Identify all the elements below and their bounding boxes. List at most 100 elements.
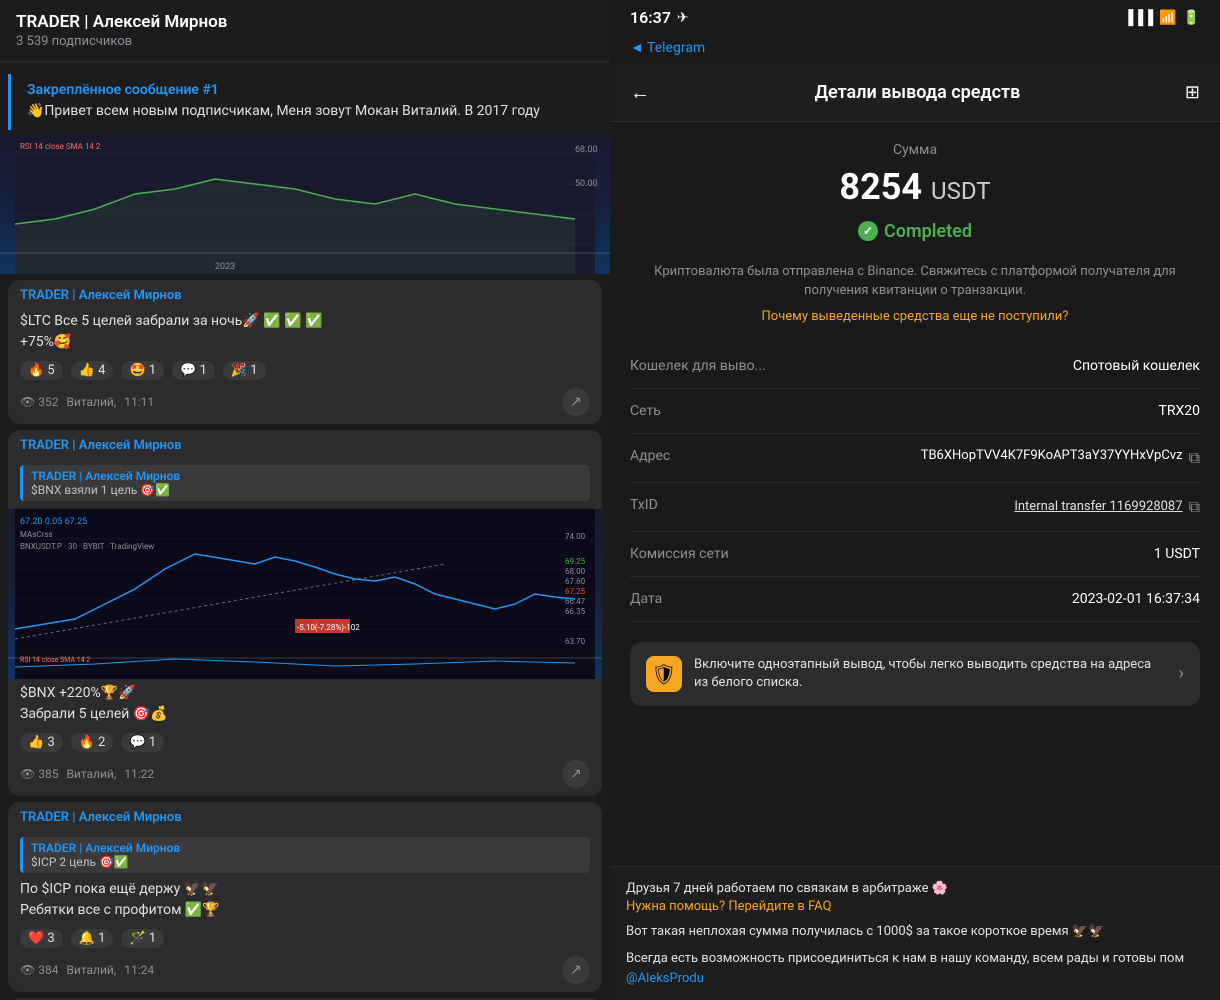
fee-row: Комиссия сети 1 USDT [630,532,1200,577]
msg1-author: Виталий, [66,395,116,409]
mention[interactable]: @AleksProdu [626,971,704,986]
message-3: TRADER | Алексей Мирнов TRADER | Алексей… [8,802,602,992]
expand-icon[interactable]: ⊞ [1185,82,1200,103]
network-value: TRX20 [1159,403,1201,419]
share-button-2[interactable]: ↗ [562,760,590,788]
msg2-text: $BNX +220%🏆🚀Забрали 5 целей 🎯💰 [20,683,590,725]
svg-text:63.70: 63.70 [565,637,586,646]
wallet-label: Кошелек для выво... [630,358,766,374]
fee-value: 1 USDT [1154,546,1200,562]
svg-text:67.20 0.05 67.25: 67.20 0.05 67.25 [20,517,87,527]
msg2-time: 11:22 [124,767,154,781]
msg3-time: 11:24 [124,963,154,977]
share-button-1[interactable]: ↗ [562,388,590,416]
amount-section: Сумма 8254 USDT ✓ Completed [630,142,1200,242]
msg3-views: 👁 384 [20,963,58,977]
msg1-views: 👁 352 [20,395,58,409]
address-row: Адрес TB6XHopTVV4K7F9KoAPT3aY37YYHxVpCvz… [630,434,1200,483]
reaction[interactable]: 🔥 2 [71,733,114,752]
msg2-views: 👁 385 [20,767,58,781]
reaction[interactable]: 🪄 1 [121,929,164,948]
binance-panel: 16:37 ✈ ▐▐▐ 📶 🔋 ◄ Telegram ← Детали выво… [610,0,1220,1000]
reaction[interactable]: ❤️ 3 [20,929,63,948]
copy-txid-icon[interactable]: ⧉ [1189,497,1200,517]
status-bar: 16:37 ✈ ▐▐▐ 📶 🔋 [610,0,1220,35]
withdrawal-title: Детали вывода средств [815,82,1021,103]
messages-list: Закреплённое сообщение #1 👋Привет всем н… [0,62,610,1000]
withdrawal-header: ← Детали вывода средств ⊞ [610,64,1220,122]
msg3-body: TRADER | Алексей Мирнов $ICP 2 цель 🎯✅ П… [8,829,602,925]
help-link[interactable]: Почему выведенные средства еще не поступ… [630,309,1200,324]
bottom-line-3: Всегда есть возможность присоединиться к… [626,949,1204,988]
network-label: Сеть [630,403,661,419]
svg-text:69.25: 69.25 [565,557,586,566]
quoted-name: TRADER | Алексей Мирнов [31,469,582,483]
phone-nav: ◄ Telegram [610,35,1220,64]
reaction[interactable]: 🎉 1 [223,361,266,380]
svg-text:67.60: 67.60 [565,577,586,586]
reaction[interactable]: 💬 1 [172,361,215,380]
msg3-header: TRADER | Алексей Мирнов [8,802,602,829]
msg1-header: TRADER | Алексей Мирнов [8,280,602,307]
copy-address-icon[interactable]: ⧉ [1189,448,1200,468]
address-value: TB6XHopTVV4K7F9KoAPT3aY37YYHxVpCvz ⧉ [921,448,1200,468]
svg-text:68.00: 68.00 [565,567,586,576]
svg-text:67.25: 67.25 [565,587,586,596]
telegram-back-link[interactable]: ◄ Telegram [630,39,705,56]
svg-text:66.35: 66.35 [565,607,586,616]
msg1-reactions: 🔥 5 👍 4 🤩 1 💬 1 🎉 1 [8,357,602,384]
signal-icon: ▐▐▐ [1123,9,1153,26]
svg-text:BNXUSDT.P · 30 · BYBIT · Tradi: BNXUSDT.P · 30 · BYBIT · TradingView [20,542,154,551]
txid-value: Internal transfer 1169928087 ⧉ [1014,497,1200,517]
svg-text:MAsCrss: MAsCrss [20,530,53,539]
channel-name: TRADER | Алексей Мирнов [16,12,594,32]
bottom-line-2: Вот такая неплохая сумма получилась с 10… [626,922,1204,942]
check-icon: ✓ [858,221,878,241]
quoted-text-3: $ICP 2 цель 🎯✅ [31,855,582,869]
msg2-quote: TRADER | Алексей Мирнов $BNX взяли 1 цел… [20,465,590,501]
status-icons: ▐▐▐ 📶 🔋 [1123,9,1200,26]
msg3-author: Виталий, [66,963,116,977]
reaction[interactable]: 🤩 1 [121,361,164,380]
reaction[interactable]: 💬 1 [121,733,164,752]
txid-label: TxID [630,497,658,513]
share-button-3[interactable]: ↗ [562,956,590,984]
status-badge: ✓ Completed [858,221,972,242]
msg2-header: TRADER | Алексей Мирнов [8,430,602,457]
txid-row: TxID Internal transfer 1169928087 ⧉ [630,483,1200,532]
back-arrow-icon[interactable]: ← [630,80,650,105]
msg1-text: $LTC Все 5 целей забрали за ночь🚀 ✅ ✅ ✅+… [20,311,590,353]
chart-image-1: 68.00 50.00 RSI 14 close SMA 14 2 2023 [0,134,610,274]
info-text: Криптовалюта была отправлена с Binance. … [630,262,1200,301]
svg-text:68.00: 68.00 [575,145,598,155]
svg-text:-5.10(-7.28%)-102: -5.10(-7.28%)-102 [297,623,360,632]
promo-text: Включите одноэтапный вывод, чтобы легко … [694,656,1167,692]
date-row: Дата 2023-02-01 16:37:34 [630,577,1200,622]
msg3-reactions: ❤️ 3 🔔 1 🪄 1 [8,925,602,952]
pinned-text: 👋Привет всем новым подписчикам, Меня зов… [27,102,586,122]
bottom-line-1: Друзья 7 дней работаем по связкам в арби… [626,879,1204,899]
battery-icon: 🔋 [1183,10,1200,26]
msg1-meta: 👁 352 Виталий, 11:11 ↗ [8,384,602,424]
reaction[interactable]: 🔔 1 [71,929,114,948]
bottom-faq-link[interactable]: Нужна помощь? Перейдите в FAQ [626,899,1204,914]
msg2-text-body: $BNX +220%🏆🚀Забрали 5 целей 🎯💰 [8,679,602,729]
promo-banner[interactable]: 🛡 Включите одноэтапный вывод, чтобы легк… [630,642,1200,706]
reaction[interactable]: 🔥 5 [20,361,63,380]
msg3-meta: 👁 384 Виталий, 11:24 ↗ [8,952,602,992]
msg1-time: 11:11 [124,395,154,409]
quoted-name-3: TRADER | Алексей Мирнов [31,841,582,855]
reaction[interactable]: 👍 4 [71,361,114,380]
amount-value: 8254 USDT [630,166,1200,208]
location-icon: ✈ [677,10,689,26]
wallet-row: Кошелек для выво... Спотовый кошелек [630,344,1200,389]
network-row: Сеть TRX20 [630,389,1200,434]
svg-text:50.00: 50.00 [575,179,598,189]
message-1: TRADER | Алексей Мирнов $LTC Все 5 целей… [8,280,602,424]
date-label: Дата [630,591,662,607]
fee-label: Комиссия сети [630,546,729,562]
quoted-text: $BNX взяли 1 цель 🎯✅ [31,483,582,497]
wallet-value: Спотовый кошелек [1073,358,1200,374]
reaction[interactable]: 👍 3 [20,733,63,752]
subscribers-count: 3 539 подписчиков [16,34,594,49]
